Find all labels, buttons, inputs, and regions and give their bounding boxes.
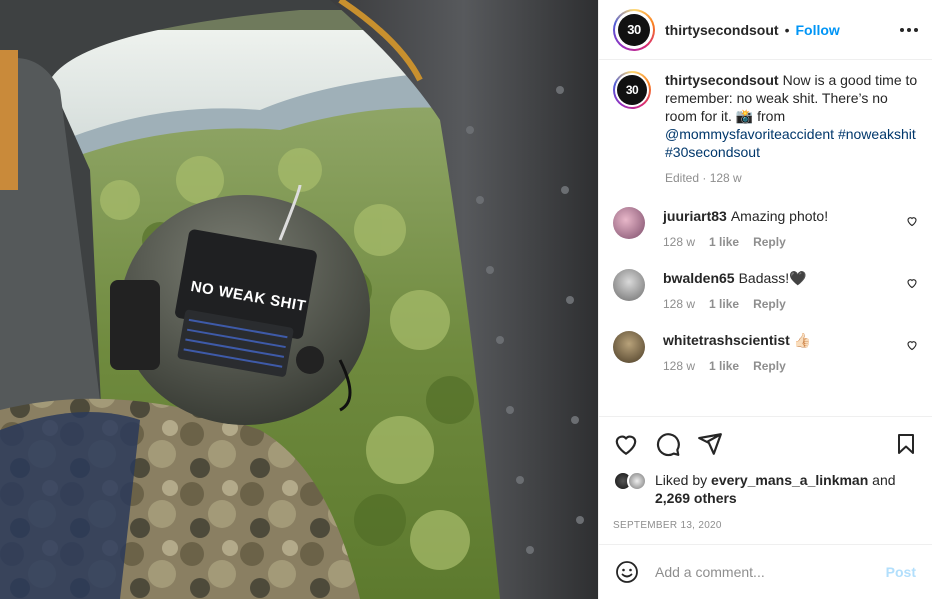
liked-by-prefix: Liked by <box>655 472 708 488</box>
comment-username[interactable]: whitetrashscientist <box>663 332 790 348</box>
comment: juuriart83 Amazing photo! 128 w 1 like Re… <box>613 207 918 251</box>
add-comment-bar: Post <box>599 544 932 599</box>
emoji-icon[interactable] <box>615 560 639 584</box>
comment-text: 👍🏻 <box>793 332 812 348</box>
commenter-avatar[interactable] <box>613 331 645 363</box>
thirtysecondsout-logo: 30 <box>617 75 647 105</box>
like-comment-heart-icon[interactable] <box>906 339 918 351</box>
comment: bwalden65 Badass!🖤 128 w 1 like Reply <box>613 269 918 313</box>
author-username[interactable]: thirtysecondsout <box>665 22 779 38</box>
caption-meta: Edited · 128 w <box>665 169 918 187</box>
comment-age[interactable]: 128 w <box>663 233 695 251</box>
save-bookmark-icon[interactable] <box>894 432 918 456</box>
post-photo[interactable]: NO WEAK SHIT <box>0 0 598 599</box>
caption-mention[interactable]: @mommysfavoriteaccident <box>665 126 834 142</box>
thirtysecondsout-logo: 30 <box>618 13 650 46</box>
liked-by-others[interactable]: 2,269 others <box>655 490 737 506</box>
caption-edited: Edited · 128 w <box>665 171 742 185</box>
comment-input[interactable] <box>655 564 886 580</box>
reply-button[interactable]: Reply <box>753 295 786 313</box>
comment-likes[interactable]: 1 like <box>709 357 739 375</box>
comment-age[interactable]: 128 w <box>663 357 695 375</box>
comment: whitetrashscientist 👍🏻 128 w 1 like Reply <box>613 331 918 375</box>
comment-text: Badass!🖤 <box>738 270 807 286</box>
post-header: 30 thirtysecondsout • Follow <box>599 0 932 60</box>
post-date[interactable]: SEPTEMBER 13, 2020 <box>613 520 918 531</box>
action-icons <box>613 431 918 457</box>
liker-avatars[interactable] <box>613 471 653 491</box>
post-sidebar: 30 thirtysecondsout • Follow 30 thirtyse… <box>598 0 932 599</box>
comment-username[interactable]: bwalden65 <box>663 270 735 286</box>
comment-likes[interactable]: 1 like <box>709 233 739 251</box>
more-options-icon[interactable] <box>900 27 918 32</box>
reply-button[interactable]: Reply <box>753 357 786 375</box>
likes-summary: Liked by every_mans_a_linkman and 2,269 … <box>613 471 918 507</box>
comment-likes[interactable]: 1 like <box>709 295 739 313</box>
reply-button[interactable]: Reply <box>753 233 786 251</box>
caption: 30 thirtysecondsout Now is a good time to… <box>613 71 918 187</box>
commenter-avatar[interactable] <box>613 269 645 301</box>
liked-by-user[interactable]: every_mans_a_linkman <box>711 472 868 488</box>
caption-avatar[interactable]: 30 <box>613 71 651 109</box>
commenter-avatar[interactable] <box>613 207 645 239</box>
separator-dot: • <box>784 21 790 38</box>
post-comment-button[interactable]: Post <box>886 564 916 580</box>
caption-username[interactable]: thirtysecondsout <box>665 72 779 88</box>
liked-by-joiner: and <box>872 472 896 488</box>
comment-age[interactable]: 128 w <box>663 295 695 313</box>
share-paper-plane-icon[interactable] <box>697 431 723 457</box>
like-comment-heart-icon[interactable] <box>906 277 918 289</box>
comment-username[interactable]: juuriart83 <box>663 208 727 224</box>
like-comment-heart-icon[interactable] <box>906 215 918 227</box>
like-heart-icon[interactable] <box>613 431 639 457</box>
post-actions: Liked by every_mans_a_linkman and 2,269 … <box>599 416 932 531</box>
comment-bubble-icon[interactable] <box>655 431 681 457</box>
follow-button[interactable]: Follow <box>795 22 839 38</box>
comment-text: Amazing photo! <box>730 208 829 224</box>
author-avatar[interactable]: 30 <box>613 8 655 51</box>
comments-list[interactable]: 30 thirtysecondsout Now is a good time to… <box>599 61 932 415</box>
